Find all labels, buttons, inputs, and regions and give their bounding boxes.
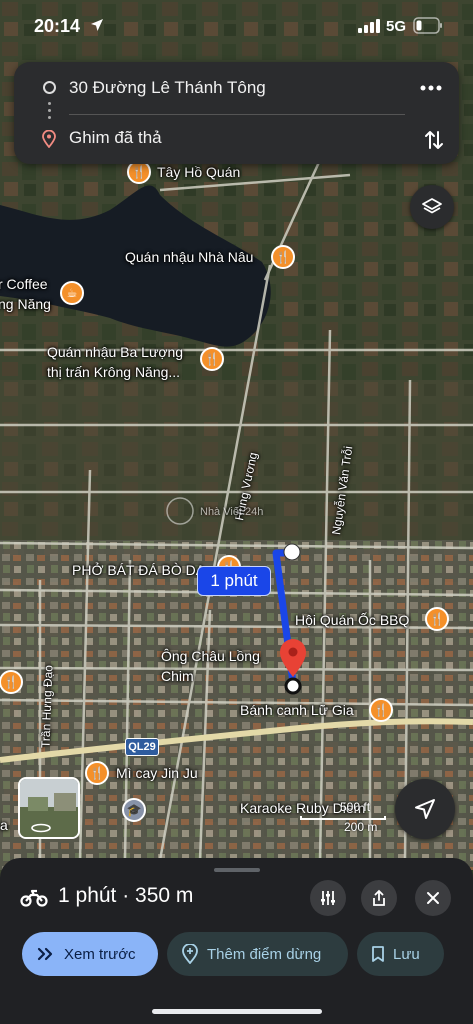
status-time: 20:14	[34, 16, 81, 36]
poi-label-mi-cay[interactable]: Mì cay Jin Ju	[116, 765, 198, 782]
restaurant-poi-icon[interactable]: 🍴	[369, 698, 393, 722]
add-place-icon	[182, 944, 198, 964]
more-options-icon[interactable]	[416, 78, 446, 98]
restaurant-poi-icon[interactable]: 🍴	[85, 761, 109, 785]
double-chevron-icon	[37, 947, 53, 961]
preview-button[interactable]: Xem trước	[22, 932, 158, 976]
motorbike-icon	[20, 889, 48, 907]
route-duration-badge[interactable]: 1 phút	[197, 566, 271, 596]
origin-row[interactable]: 30 Đường Lê Thánh Tông	[14, 68, 459, 108]
origin-field[interactable]: 30 Đường Lê Thánh Tông	[69, 78, 266, 98]
cafe-poi-icon[interactable]: ☕	[60, 281, 84, 305]
network-type: 5G	[386, 18, 407, 35]
route-options-button[interactable]	[310, 880, 346, 916]
restaurant-poi-icon[interactable]: 🍴	[0, 670, 23, 694]
origin-circle-icon	[43, 81, 56, 94]
poi-label-coffee-line2[interactable]: ng Năng	[0, 296, 51, 313]
share-button[interactable]	[361, 880, 397, 916]
swap-icon[interactable]	[422, 128, 446, 152]
close-icon	[427, 892, 439, 904]
poi-label-ong-chau-line1[interactable]: Ông Châu Lồng	[161, 648, 260, 665]
destination-pin-icon	[42, 130, 56, 148]
map-scale: 500 ft 200 m	[300, 800, 388, 836]
poi-label-ba-luong-line1[interactable]: Quán nhậu Ba Lượng	[47, 344, 183, 361]
poi-label-banh-canh[interactable]: Bánh canh Lữ Gia	[240, 702, 354, 719]
rotate-360-icon	[31, 823, 51, 833]
my-location-icon	[415, 799, 435, 819]
poi-label-nha-nau[interactable]: Quán nhậu Nhà Nâu	[125, 249, 253, 266]
save-button[interactable]: Lưu	[357, 932, 444, 976]
signal-icon	[358, 19, 380, 33]
street-view-thumbnail[interactable]	[18, 777, 80, 839]
poi-label-pho[interactable]: PHỞ BÁT ĐÁ BÒ DA	[72, 562, 205, 579]
route-card: 30 Đường Lê Thánh Tông Ghim đã thả	[14, 62, 459, 164]
add-stop-button[interactable]: Thêm điểm dừng	[167, 932, 348, 976]
route-divider	[69, 114, 405, 115]
school-poi-icon[interactable]: 🎓	[122, 798, 146, 822]
sliders-icon	[321, 891, 335, 905]
layers-button[interactable]	[410, 185, 454, 229]
status-bar: 20:14 5G	[0, 0, 473, 50]
save-label: Lưu	[393, 945, 420, 963]
battery-icon	[413, 17, 442, 34]
poi-label-ong-chau-line2[interactable]: Chim	[161, 668, 194, 685]
restaurant-poi-icon[interactable]: 🍴	[200, 347, 224, 371]
directions-bottom-sheet: 1 phút · 350 m Xem trước Thêm điểm dừng	[0, 858, 473, 1024]
restaurant-poi-icon[interactable]: 🍴	[271, 245, 295, 269]
street-label-tran-hung-dao: Trần Hưng Đạo	[38, 664, 56, 749]
close-button[interactable]	[415, 880, 451, 916]
sheet-drag-handle[interactable]	[214, 868, 260, 872]
scale-imperial: 500 ft	[340, 800, 371, 814]
route-summary: 1 phút · 350 m	[58, 884, 194, 907]
bookmark-icon	[372, 946, 384, 962]
preview-label: Xem trước	[64, 945, 136, 963]
watermark-text: Nhà Việt 24h	[200, 506, 264, 518]
poi-label-ba-luong-line2[interactable]: thị trấn Krông Năng...	[47, 364, 180, 381]
scale-metric: 200 m	[344, 820, 378, 834]
poi-label-coffee-line1[interactable]: r Coffee	[0, 276, 48, 293]
poi-label-cut-left: a	[0, 817, 8, 833]
poi-label-hoi-quan[interactable]: Hội Quán Ốc BBQ	[295, 612, 409, 629]
road-shield-ql29: QL29	[125, 738, 159, 756]
restaurant-poi-icon[interactable]: 🍴	[425, 607, 449, 631]
destination-row[interactable]: Ghim đã thả	[14, 120, 459, 160]
poi-label-tay-ho[interactable]: Tây Hồ Quán	[157, 164, 240, 181]
route-connector-dots	[48, 102, 51, 120]
my-location-button[interactable]	[395, 779, 455, 839]
layers-icon	[422, 198, 442, 214]
navigation-arrow-icon	[91, 19, 103, 31]
share-icon	[373, 889, 385, 906]
destination-field[interactable]: Ghim đã thả	[69, 128, 162, 148]
home-indicator[interactable]	[152, 1009, 322, 1014]
add-stop-label: Thêm điểm dừng	[207, 945, 322, 963]
